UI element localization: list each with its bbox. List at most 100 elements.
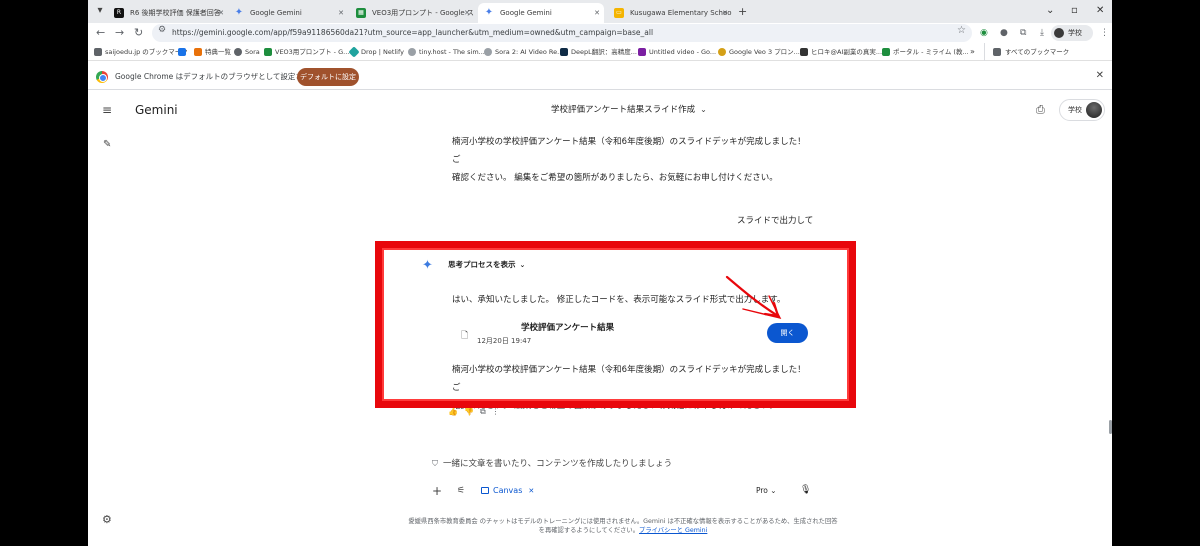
new-tab-icon[interactable]: + <box>738 3 747 21</box>
new-chat-icon[interactable]: ✎ <box>103 139 111 150</box>
bookmark-favicon-icon <box>178 48 186 56</box>
canvas-chip[interactable]: Canvas ✕ <box>481 484 534 498</box>
chevron-down-icon: ⌄ <box>770 486 777 495</box>
bookmark-item[interactable]: 特典一覧 <box>194 43 231 61</box>
site-info-icon[interactable]: ⚙ <box>158 25 166 35</box>
tab-veo3-sheet[interactable]: ▦ VEO3用プロンプト - Google スプレ ✕ <box>350 3 474 23</box>
chevron-down-icon: ⌄ <box>700 105 707 114</box>
canvas-icon <box>481 487 489 494</box>
bookmark-label: DeepL翻訳：高精度... <box>571 48 637 56</box>
back-icon[interactable]: ← <box>96 25 105 41</box>
tab-label: Google Gemini <box>500 9 552 17</box>
close-icon[interactable]: ✕ <box>338 3 344 23</box>
bookmark-label: Google Veo 3 プロン... <box>729 48 800 56</box>
gemini-spark-icon: ✦ <box>484 7 494 18</box>
bookmark-item[interactable]: Google Veo 3 プロン... <box>718 43 800 61</box>
tab-strip: ▾ R R6 後期学校評価 保護者回答 ✕ ✦ Google Gemini ✕ … <box>88 0 1112 23</box>
close-icon[interactable]: ✕ <box>528 487 534 495</box>
share-icon[interactable]: ⎙ <box>1036 101 1045 119</box>
add-icon[interactable]: + <box>432 484 442 498</box>
more-options-icon[interactable]: ⋮ <box>492 407 506 416</box>
forward-icon[interactable]: → <box>115 25 124 41</box>
extension-icon[interactable]: ◉ <box>980 26 988 40</box>
avatar <box>1054 28 1064 38</box>
bookmark-label: VEO3用プロンプト - G... <box>275 48 350 56</box>
tab-school-survey[interactable]: R R6 後期学校評価 保護者回答 ✕ <box>108 3 228 23</box>
tab-search-icon[interactable]: ▾ <box>92 3 108 19</box>
annotation-highlight-box <box>375 241 856 408</box>
tab-kusugawa[interactable]: ▭ Kusugawa Elementary School E ✕ <box>608 3 732 23</box>
settings-gear-icon[interactable]: ⚙ <box>102 513 112 526</box>
browser-profile-chip[interactable]: 学校 <box>1051 25 1093 41</box>
canvas-label: Canvas <box>493 486 523 495</box>
puzzle-icon[interactable]: ⧉ <box>1020 26 1026 40</box>
close-icon[interactable]: ✕ <box>594 3 600 23</box>
bookmark-item[interactable]: Untitled video - Go... <box>638 43 716 61</box>
tab-gemini-active[interactable]: ✦ Google Gemini ✕ <box>478 3 604 23</box>
profile-label: 学校 <box>1068 29 1082 37</box>
close-icon[interactable]: ✕ <box>218 3 224 23</box>
bookmark-item[interactable]: Sora 2: AI Video Re... <box>484 43 563 61</box>
bookmark-label: ヒロキ@AI副業の真実... <box>811 48 883 56</box>
bookmark-label: tiny.host - The sim... <box>419 48 485 56</box>
bookmark-item[interactable]: Drop | Netlify <box>348 43 405 61</box>
tab-label: Kusugawa Elementary School E <box>630 9 732 17</box>
all-bookmarks-folder[interactable]: すべてのブックマーク <box>984 43 1069 61</box>
gift-icon <box>194 48 202 56</box>
bookmark-item[interactable]: VEO3用プロンプト - G... <box>264 43 349 61</box>
gemini-logo[interactable]: Gemini <box>135 101 178 119</box>
bookmark-item[interactable]: saijoedu.jp のブックマーク <box>94 43 188 61</box>
bookmark-favicon-icon <box>800 48 808 56</box>
shield-icon: ⛉ <box>432 459 438 468</box>
bookmark-favicon-icon <box>718 48 726 56</box>
user-message: スライドで出力して <box>737 216 814 226</box>
window-close-icon[interactable]: ✕ <box>1096 3 1104 19</box>
bookmark-label: Drop | Netlify <box>361 48 405 56</box>
bookmark-item[interactable]: DeepL翻訳：高精度... <box>560 43 637 61</box>
avatar <box>1086 102 1102 118</box>
prompt-composer[interactable]: ⛉ 一緒に文章を書いたり、コンテンツを作成したりしましょう + ⚟ Canvas… <box>418 450 820 510</box>
close-icon[interactable]: ✕ <box>1096 70 1104 81</box>
close-icon[interactable]: ✕ <box>464 3 470 23</box>
disclaimer-line: 愛媛県西条市教育委員会 のチャットはモデルのトレーニングには使用されません。Ge… <box>408 518 838 525</box>
gemini-spark-icon: ✦ <box>234 7 244 18</box>
thumbs-up-icon[interactable]: 👍 <box>448 407 464 416</box>
reload-icon[interactable]: ↻ <box>134 25 143 41</box>
privacy-link[interactable]: プライバシーと Gemini <box>639 527 707 534</box>
extension-dot-icon[interactable]: ● <box>1000 26 1008 40</box>
tools-icon[interactable]: ⚟ <box>457 485 465 497</box>
bookmarks-bar: saijoedu.jp のブックマーク 特典一覧 Sora VEO3用プロンプト… <box>88 43 1112 61</box>
bookmark-item[interactable]: ヒロキ@AI副業の真実... <box>800 43 882 61</box>
account-chip[interactable]: 学校 <box>1059 99 1105 121</box>
bookmark-item[interactable]: tiny.host - The sim... <box>408 43 485 61</box>
sheets-icon <box>264 48 272 56</box>
disclaimer: 愛媛県西条市教育委員会 のチャットはモデルのトレーニングには使用されません。Ge… <box>388 517 858 535</box>
tab-label: Google Gemini <box>250 9 302 17</box>
sheets-icon: ▦ <box>356 8 366 18</box>
thumbs-down-icon[interactable]: 👎 <box>464 407 480 416</box>
tab-gemini-1[interactable]: ✦ Google Gemini ✕ <box>228 3 348 23</box>
copy-icon[interactable]: ⧉ <box>480 407 492 416</box>
url-text[interactable]: https://gemini.google.com/app/f59a911865… <box>172 24 653 42</box>
hamburger-menu-icon[interactable]: ≡ <box>102 104 112 116</box>
model-selector[interactable]: Pro ⌄ <box>756 484 777 498</box>
bookmark-item[interactable]: Sora <box>234 43 260 61</box>
microphone-icon[interactable]: 🎙 <box>800 483 811 497</box>
bookmark-star-icon[interactable]: ☆ <box>957 25 966 36</box>
disclaimer-line: を再確認するようにしてください。 <box>538 527 640 534</box>
scrollbar-thumb[interactable] <box>1109 420 1112 434</box>
download-icon[interactable]: ⤓ <box>1040 26 1044 40</box>
bookmark-item[interactable]: ポータル - ミライム (教... <box>882 43 969 61</box>
set-default-button[interactable]: デフォルトに設定 <box>297 68 359 86</box>
globe-icon <box>408 48 416 56</box>
more-menu-icon[interactable]: ⋮ <box>1100 26 1109 40</box>
prompt-input[interactable]: 一緒に文章を書いたり、コンテンツを作成したりしましょう <box>443 458 672 470</box>
close-icon[interactable]: ✕ <box>722 3 728 23</box>
default-browser-infobar: Google Chrome はデフォルトのブラウザとして設定されていません デフ… <box>88 64 1112 90</box>
more-bookmarks-icon[interactable]: » <box>970 43 975 61</box>
bookmark-label: ポータル - ミライム (教... <box>893 48 969 56</box>
conversation-title[interactable]: 学校評価アンケート結果スライド作成 ⌄ <box>551 101 707 119</box>
restore-icon[interactable]: ▫ <box>1071 3 1078 19</box>
minimize-icon[interactable]: ⌄ <box>1046 3 1054 19</box>
address-bar[interactable]: ⚙ https://gemini.google.com/app/f59a9118… <box>152 24 972 42</box>
